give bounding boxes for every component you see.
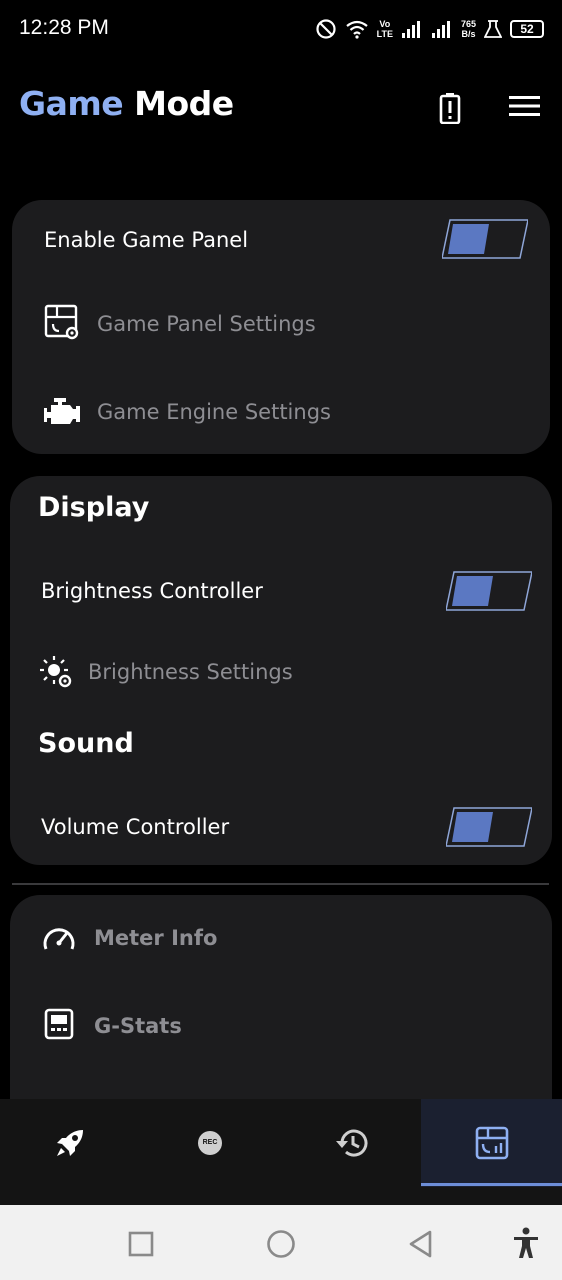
game-panel-settings-row[interactable]: Game Panel Settings bbox=[12, 290, 550, 360]
network-speed: 765 B/s bbox=[461, 19, 476, 39]
volte-top: Vo bbox=[379, 19, 391, 29]
network-speed-value: 765 bbox=[460, 19, 476, 29]
bottom-navigation: REC bbox=[0, 1099, 562, 1205]
battery-alert-icon[interactable] bbox=[438, 92, 462, 124]
app-title-mode: Mode bbox=[134, 84, 234, 123]
engine-icon bbox=[44, 398, 80, 424]
panel-settings-icon bbox=[44, 304, 79, 340]
back-icon[interactable] bbox=[408, 1230, 434, 1258]
display-sound-card: Display Brightness Controller Brightness… bbox=[10, 476, 552, 865]
enable-game-panel-label: Enable Game Panel bbox=[44, 228, 249, 252]
rec-icon: REC bbox=[198, 1131, 222, 1155]
app-title: Game Mode bbox=[19, 84, 234, 123]
speedometer-icon bbox=[43, 928, 75, 950]
brightness-controller-label: Brightness Controller bbox=[41, 579, 263, 603]
brightness-settings-label: Brightness Settings bbox=[88, 660, 293, 684]
sound-section-title: Sound bbox=[38, 728, 134, 759]
brightness-settings-row[interactable]: Brightness Settings bbox=[10, 636, 552, 706]
g-stats-row[interactable]: G-Stats bbox=[10, 991, 552, 1061]
do-not-disturb-icon bbox=[316, 19, 336, 39]
hamburger-menu-icon[interactable] bbox=[509, 94, 540, 118]
meter-info-label: Meter Info bbox=[94, 926, 218, 950]
game-engine-settings-label: Game Engine Settings bbox=[97, 400, 331, 424]
section-divider bbox=[12, 883, 549, 885]
game-engine-settings-row[interactable]: Game Engine Settings bbox=[12, 378, 550, 448]
history-tab[interactable] bbox=[281, 1099, 421, 1187]
home-icon[interactable] bbox=[266, 1229, 296, 1259]
volume-controller-label: Volume Controller bbox=[41, 815, 230, 839]
enable-game-panel-toggle[interactable] bbox=[442, 219, 528, 259]
battery-indicator: 52 bbox=[510, 20, 544, 38]
lab-flask-icon bbox=[484, 20, 502, 38]
wifi-icon bbox=[345, 20, 368, 39]
volte-indicator: Vo LTE bbox=[377, 19, 393, 39]
g-stats-icon bbox=[44, 1008, 74, 1040]
system-navigation-bar bbox=[0, 1205, 562, 1280]
accessibility-icon[interactable] bbox=[512, 1227, 540, 1259]
game-panel-card: Enable Game Panel Game Panel Settings Ga… bbox=[12, 200, 550, 454]
status-time: 12:28 PM bbox=[19, 16, 109, 39]
g-stats-label: G-Stats bbox=[94, 1014, 182, 1038]
record-tab[interactable]: REC bbox=[140, 1099, 280, 1187]
game-panel-settings-label: Game Panel Settings bbox=[97, 312, 316, 336]
meter-info-row[interactable]: Meter Info bbox=[10, 903, 552, 973]
status-icons: Vo LTE 765 B/s 52 bbox=[315, 14, 544, 44]
active-tab-indicator bbox=[421, 1183, 562, 1186]
recent-apps-icon[interactable] bbox=[128, 1231, 154, 1257]
brightness-controller-toggle[interactable] bbox=[446, 571, 532, 611]
signal-icon-sim2 bbox=[431, 21, 450, 38]
volte-bottom: LTE bbox=[376, 29, 393, 39]
brightness-settings-icon bbox=[40, 656, 72, 688]
rocket-icon bbox=[57, 1130, 83, 1156]
stats-tab[interactable] bbox=[421, 1099, 562, 1187]
signal-icon-sim1 bbox=[401, 21, 420, 38]
history-icon bbox=[336, 1129, 368, 1157]
volume-controller-toggle[interactable] bbox=[446, 807, 532, 847]
status-bar: 12:28 PM Vo LTE 765 B/s 52 bbox=[0, 0, 562, 58]
network-speed-unit: B/s bbox=[461, 29, 476, 39]
app-title-game: Game bbox=[19, 84, 124, 123]
panel-stats-icon bbox=[475, 1126, 508, 1160]
display-section-title: Display bbox=[38, 492, 150, 523]
app-header: Game Mode bbox=[0, 70, 562, 144]
boost-tab[interactable] bbox=[0, 1099, 140, 1187]
